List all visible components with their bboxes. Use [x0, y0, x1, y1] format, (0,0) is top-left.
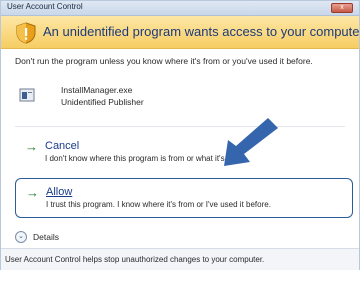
allow-title: Allow [46, 186, 73, 198]
pointer-arrow-icon [224, 118, 278, 166]
cancel-title: Cancel [45, 140, 80, 152]
footer-text: User Account Control helps stop unauthor… [5, 255, 265, 264]
cancel-description: I don't know where this program is from … [45, 154, 238, 163]
arrow-right-icon: → [26, 185, 39, 200]
close-button[interactable]: x [331, 3, 353, 13]
footer: User Account Control helps stop unauthor… [1, 248, 359, 270]
uac-dialog: User Account Control x An unidentified p… [0, 0, 360, 270]
arrow-right-icon: → [25, 139, 38, 154]
allow-option[interactable]: → Allow I trust this program. I know whe… [15, 178, 353, 218]
details-chevron-icon[interactable]: ⌄ [15, 231, 27, 243]
allow-description: I trust this program. I know where it's … [46, 200, 271, 209]
program-publisher: Unidentified Publisher [61, 97, 144, 107]
shield-warning-icon [16, 22, 36, 44]
allow-title-wrap: Allow [46, 186, 72, 198]
title-bar: User Account Control x [1, 1, 359, 16]
program-name: InstallManager.exe [61, 85, 133, 95]
program-file-icon [19, 88, 35, 102]
warning-text: Don't run the program unless you know wh… [15, 56, 313, 66]
warning-banner: An unidentified program wants access to … [1, 16, 360, 49]
banner-text: An unidentified program wants access to … [43, 24, 360, 39]
separator [15, 126, 345, 127]
details-label[interactable]: Details [33, 232, 59, 242]
cancel-option[interactable]: → Cancel I don't know where this program… [15, 139, 353, 171]
window-title: User Account Control [7, 2, 83, 11]
